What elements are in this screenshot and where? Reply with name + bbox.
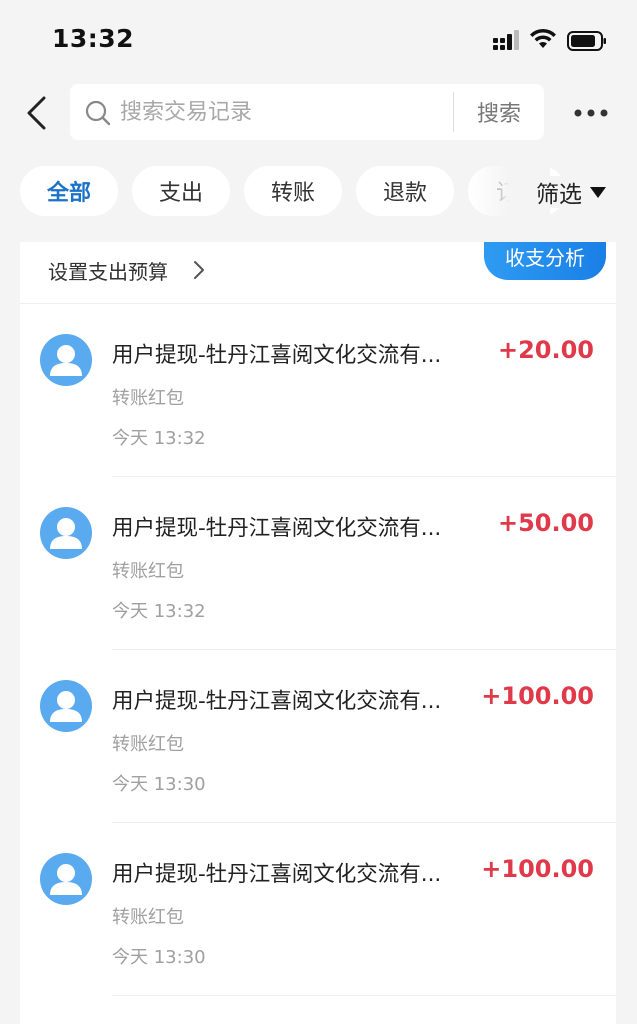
avatar <box>40 680 92 732</box>
transaction-time: 今天 13:30 <box>112 947 206 968</box>
transaction-category: 转账红包 <box>112 907 184 928</box>
transaction-category: 转账红包 <box>112 388 184 409</box>
status-bar: 13:32 <box>0 0 637 80</box>
avatar <box>40 507 92 559</box>
transaction-item[interactable]: 用户提现-牡丹江喜阅文化交流有... +100.00 转账红包 今天 13:30 <box>20 823 616 996</box>
avatar <box>40 853 92 905</box>
avatar <box>40 334 92 386</box>
transaction-time: 今天 13:30 <box>112 774 206 795</box>
wifi-icon <box>530 28 556 48</box>
transaction-title: 用户提现-牡丹江喜阅文化交流有... <box>112 343 442 368</box>
transaction-amount: +20.00 <box>497 336 594 364</box>
budget-row[interactable]: 设置支出预算 收支分析 <box>20 242 616 304</box>
search-input[interactable] <box>120 94 440 130</box>
search-button[interactable]: 搜索 <box>464 92 534 132</box>
battery-icon <box>567 31 606 51</box>
transaction-item[interactable]: 用户提现-牡丹江喜阅文化交流有... +20.00 转账红包 今天 13:32 <box>20 304 616 477</box>
filter-tabs: 全部 支出 转账 退款 订单 筛选 <box>0 166 637 218</box>
transaction-title: 用户提现-牡丹江喜阅文化交流有... <box>112 516 442 541</box>
income-expense-analysis-button[interactable]: 收支分析 <box>484 242 606 280</box>
tab-expense[interactable]: 支出 <box>132 166 230 216</box>
filter-label: 筛选 <box>536 182 582 208</box>
budget-label: 设置支出预算 <box>48 260 168 284</box>
transaction-item[interactable]: 用户提现-牡丹江喜阅文化交流有... +100.00 转账红包 今天 13:30 <box>20 650 616 823</box>
caret-down-icon <box>590 186 606 198</box>
signal-icon <box>493 30 519 50</box>
user-icon <box>50 864 82 895</box>
user-icon <box>50 345 82 376</box>
tab-transfer[interactable]: 转账 <box>244 166 342 216</box>
search-box: 搜索 <box>70 84 544 140</box>
divider <box>112 995 616 996</box>
more-dots-icon[interactable] <box>573 106 609 120</box>
user-icon <box>50 518 82 549</box>
transaction-time: 今天 13:32 <box>112 428 206 449</box>
transaction-item[interactable]: 用户提现-牡丹江喜阅文化交流有... +50.00 转账红包 今天 13:32 <box>20 477 616 650</box>
transaction-amount: +50.00 <box>497 509 594 537</box>
tab-all[interactable]: 全部 <box>20 166 118 216</box>
transaction-title: 用户提现-牡丹江喜阅文化交流有... <box>112 689 442 714</box>
transaction-category: 转账红包 <box>112 561 184 582</box>
user-icon <box>50 691 82 722</box>
transaction-category: 转账红包 <box>112 734 184 755</box>
status-time: 13:32 <box>52 24 135 53</box>
chevron-right-icon <box>194 261 204 279</box>
transaction-amount: +100.00 <box>481 855 594 883</box>
transactions-card: 设置支出预算 收支分析 用户提现-牡丹江喜阅文化交流有... +20.00 转账… <box>20 242 616 1024</box>
search-icon <box>85 100 111 126</box>
chevron-left-icon[interactable] <box>22 94 52 132</box>
transaction-amount: +100.00 <box>481 682 594 710</box>
search-divider <box>453 92 454 132</box>
transaction-title: 用户提现-牡丹江喜阅文化交流有... <box>112 862 442 887</box>
transaction-time: 今天 13:32 <box>112 601 206 622</box>
tab-refund[interactable]: 退款 <box>356 166 454 216</box>
filter-button[interactable]: 筛选 <box>536 176 606 208</box>
